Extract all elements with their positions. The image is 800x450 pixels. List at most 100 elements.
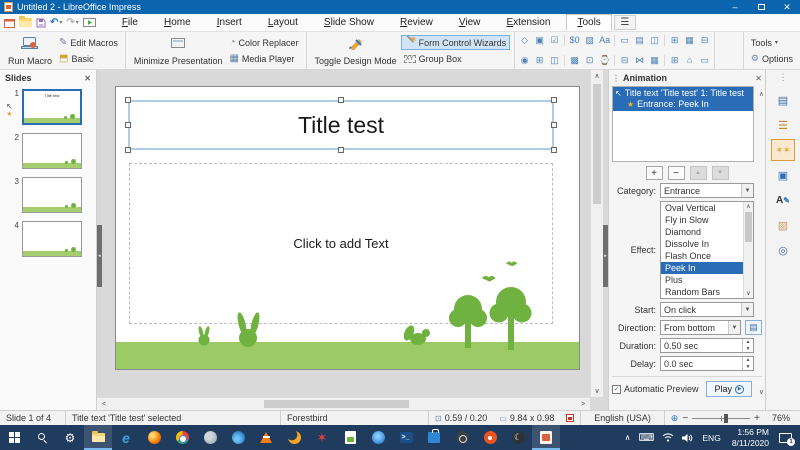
button-control-icon[interactable]: ▭ xyxy=(697,56,712,65)
slide-thumbnail-4[interactable]: 4 xyxy=(0,221,92,257)
scroll-up-icon[interactable]: ∧ xyxy=(744,203,753,210)
media-player-button[interactable]: ▦ Media Player xyxy=(226,51,301,66)
slides-panel-splitter[interactable]: ◂ xyxy=(97,225,102,287)
resize-handle-s[interactable] xyxy=(338,147,344,153)
tray-chevron-icon[interactable]: ∧ xyxy=(621,433,635,442)
panel-scroll-up-icon[interactable]: ∧ xyxy=(759,90,764,98)
slide-title-text[interactable]: Title test xyxy=(298,112,384,139)
tab-master-slides[interactable]: ▣ xyxy=(771,164,795,186)
taskbar-people-app[interactable] xyxy=(364,425,392,450)
title-text-frame[interactable]: Title test xyxy=(125,97,557,153)
duration-spinner[interactable]: ▲ ▼ xyxy=(742,339,753,352)
resize-handle-e[interactable] xyxy=(551,122,557,128)
category-select[interactable]: Entrance ▼ xyxy=(660,183,754,198)
slide-editing-surface[interactable]: Title test Click to add Text xyxy=(115,86,580,370)
taskbar-powershell[interactable]: >_ xyxy=(392,425,420,450)
resize-handle-sw[interactable] xyxy=(125,147,131,153)
automatic-preview-checkbox[interactable]: ✓ xyxy=(612,384,621,394)
resize-handle-w[interactable] xyxy=(125,122,131,128)
table-icon[interactable]: ▦ xyxy=(647,56,662,65)
text-box-icon[interactable]: ▣ xyxy=(532,36,547,45)
effect-scroll-thumb[interactable] xyxy=(745,212,752,242)
taskbar-app-crescent[interactable] xyxy=(280,425,308,450)
tab-properties[interactable]: ▤ xyxy=(771,89,795,111)
taskbar-impress[interactable] xyxy=(532,425,560,450)
move-up-button[interactable]: ▲ xyxy=(689,166,707,180)
open-button[interactable] xyxy=(19,16,32,27)
pattern-field-icon[interactable]: ▩ xyxy=(567,56,582,65)
tab-tools[interactable]: Tools xyxy=(566,14,612,31)
tab-styles[interactable]: A ✎ xyxy=(771,189,795,211)
resize-handle-nw[interactable] xyxy=(125,97,131,103)
tab-view[interactable]: View xyxy=(449,14,491,31)
currency-field-icon[interactable]: $0 xyxy=(567,36,582,45)
vertical-scrollbar[interactable]: ∧ ∨ xyxy=(590,70,603,397)
minimize-presentation-button[interactable]: Minimize Presentation xyxy=(130,33,227,68)
start-button[interactable] xyxy=(0,425,28,450)
tab-home[interactable]: Home xyxy=(154,14,201,31)
date-field-icon[interactable]: ⊡ xyxy=(582,56,597,65)
taskbar-app-red[interactable]: ✶ xyxy=(308,425,336,450)
zoom-out-button[interactable]: − xyxy=(682,413,688,424)
close-button[interactable]: ✕ xyxy=(774,0,800,14)
scroll-down-icon[interactable]: ∨ xyxy=(591,387,603,395)
effect-option[interactable]: Plus xyxy=(661,274,743,286)
animation-list-selected-item[interactable]: ↖ Title text 'Title test' 1: Title test … xyxy=(613,87,753,111)
chevron-down-icon[interactable]: ▼ xyxy=(741,303,753,316)
option-button-icon[interactable]: ◉ xyxy=(517,56,532,65)
frame-icon[interactable]: ▭ xyxy=(617,36,632,45)
taskbar-image-app[interactable] xyxy=(336,425,364,450)
template-status[interactable]: Forestbird xyxy=(281,411,429,425)
input-language[interactable]: ENG xyxy=(697,433,725,443)
navigation-bar-icon[interactable]: ⊟ xyxy=(697,36,712,45)
effect-option[interactable]: Fly in Slow xyxy=(661,214,743,226)
taskbar-photos-app[interactable] xyxy=(196,425,224,450)
zoom-slider-thumb[interactable] xyxy=(724,413,729,423)
language-status[interactable]: English (USA) xyxy=(581,411,665,425)
chevron-down-icon[interactable]: ▼ xyxy=(741,184,753,197)
form-control-wizards-button[interactable]: ✶ Form Control Wizards xyxy=(400,35,511,50)
move-down-button[interactable]: ▼ xyxy=(711,166,729,180)
tab-slide-transition[interactable]: ☰ xyxy=(771,114,795,136)
run-macro-button[interactable]: Run Macro xyxy=(4,33,56,68)
effect-option[interactable]: Oval Vertical xyxy=(661,202,743,214)
slides-panel-close-icon[interactable]: ✕ xyxy=(84,74,91,83)
unsaved-changes-indicator[interactable] xyxy=(560,411,582,425)
taskbar-search-button[interactable] xyxy=(28,425,56,450)
taskbar-ubuntu[interactable] xyxy=(476,425,504,450)
spin-button-icon[interactable]: ⋈ xyxy=(632,56,647,65)
delay-spinner[interactable]: ▲ ▼ xyxy=(742,357,753,370)
effect-options-button[interactable]: ▤ xyxy=(745,320,762,335)
save-button[interactable] xyxy=(36,18,46,28)
slide-thumbnail-3[interactable]: 3 xyxy=(0,177,92,213)
options-button[interactable]: ⚙ Options xyxy=(748,51,796,66)
zoom-in-button[interactable]: + xyxy=(754,413,760,424)
scroll-left-icon[interactable]: < xyxy=(97,401,111,408)
vertical-scroll-thumb[interactable] xyxy=(593,84,601,204)
scroll-down-icon[interactable]: ∨ xyxy=(744,290,753,297)
keyboard-icon[interactable]: ⌨ xyxy=(635,431,659,444)
basic-button[interactable]: ⬒ Basic xyxy=(56,51,121,66)
horizontal-scroll-thumb[interactable] xyxy=(264,400,409,408)
play-button[interactable]: Play ▶ xyxy=(706,381,752,397)
tab-insert[interactable]: Insert xyxy=(207,14,252,31)
slide-thumbnail-2[interactable]: 2 xyxy=(0,133,92,169)
tab-gallery[interactable]: ▨ xyxy=(771,214,795,236)
image-control-icon[interactable]: ▤ xyxy=(632,36,647,45)
check-box-icon[interactable]: ☑ xyxy=(547,36,562,45)
volume-icon[interactable] xyxy=(678,433,697,443)
sidebar-settings-icon[interactable]: ⋮ xyxy=(779,72,788,86)
wifi-icon[interactable] xyxy=(658,433,678,442)
panel-scroll-down-icon[interactable]: ∨ xyxy=(759,388,764,396)
time-field-icon[interactable]: ⌚ xyxy=(597,56,612,65)
add-effect-button[interactable]: + xyxy=(645,166,663,180)
taskbar-camera-app[interactable] xyxy=(448,425,476,450)
grid-control-icon[interactable]: ▦ xyxy=(682,36,697,45)
redo-button[interactable]: ↷ ▾ xyxy=(66,17,78,28)
tab-layout[interactable]: Layout xyxy=(258,14,308,31)
new-document-button[interactable] xyxy=(4,18,15,28)
color-replacer-button[interactable]: ◔ Color Replacer xyxy=(226,35,301,50)
scroll-up-icon[interactable]: ∧ xyxy=(591,72,603,80)
taskbar-firefox[interactable] xyxy=(140,425,168,450)
list-box-icon[interactable]: ◫ xyxy=(647,36,662,45)
